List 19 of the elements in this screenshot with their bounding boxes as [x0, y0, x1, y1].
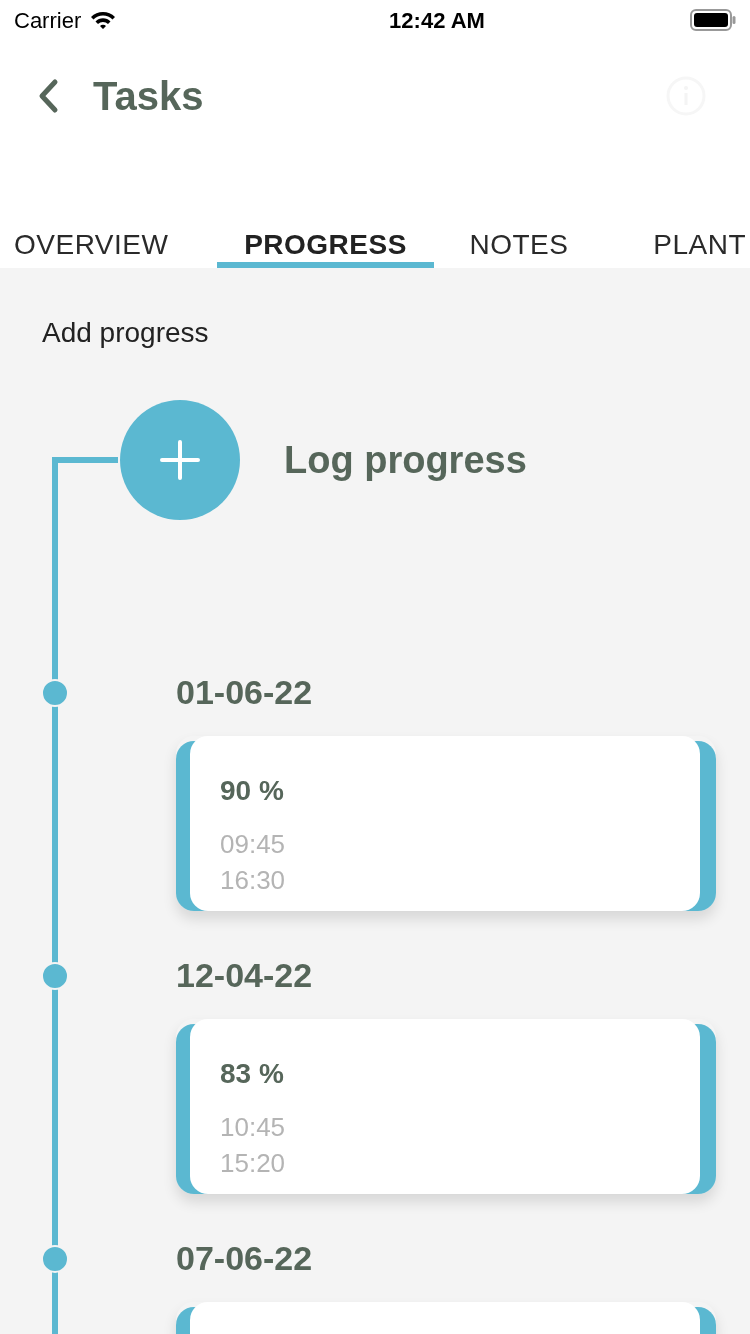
entry-date: 01-06-22 — [176, 673, 314, 711]
carrier-label: Carrier — [14, 6, 82, 35]
wifi-icon — [89, 10, 118, 30]
battery-icon — [690, 9, 736, 31]
tab[interactable]: OVERVIEW — [0, 220, 217, 268]
start-time: 09:45 — [220, 828, 287, 861]
entry-date: 07-06-22 — [176, 1239, 314, 1277]
progress-percent: 90 % — [220, 774, 285, 808]
end-time: 16:30 — [220, 864, 287, 897]
end-time: 15:20 — [220, 1147, 287, 1180]
section-title: Add progress — [42, 316, 210, 350]
status-time: 12:42 AM — [388, 6, 486, 35]
tab[interactable]: NOTES — [434, 220, 604, 268]
page-title: Tasks — [93, 73, 205, 120]
start-time: 10:45 — [220, 1111, 287, 1144]
entry-date: 12-04-22 — [176, 956, 314, 994]
tab[interactable]: PLANT — [604, 220, 750, 268]
log-progress-button[interactable]: Log progress — [120, 400, 527, 520]
progress-percent: 83 % — [220, 1057, 285, 1091]
